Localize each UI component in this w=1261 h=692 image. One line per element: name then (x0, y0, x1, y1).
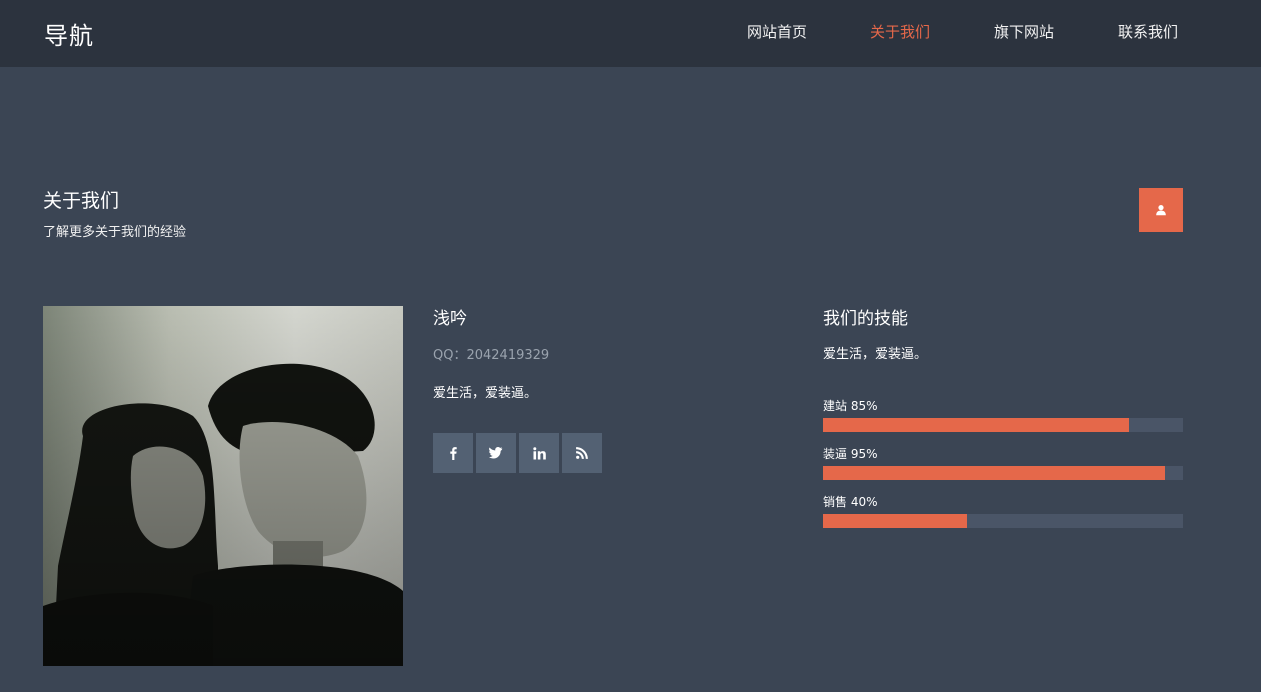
user-button[interactable] (1139, 188, 1183, 232)
skill-label: 销售 40% (823, 495, 878, 509)
profile-name: 浅吟 (433, 309, 467, 329)
top-navigation-bar: 导航 网站首页 关于我们 旗下网站 联系我们 (0, 0, 1261, 67)
rss-icon (576, 447, 588, 459)
skill-item: 建站 85% (823, 398, 1183, 432)
profile-photo-image (43, 306, 403, 666)
rss-button[interactable] (562, 433, 602, 473)
facebook-icon (450, 447, 457, 460)
social-links (433, 433, 602, 473)
linkedin-button[interactable] (519, 433, 559, 473)
profile-bio: 爱生活，爱装逼。 (433, 386, 538, 401)
user-icon (1156, 205, 1166, 216)
skills-description: 爱生活，爱装逼。 (823, 347, 928, 362)
skill-item: 销售 40% (823, 494, 1183, 528)
linkedin-icon (532, 446, 546, 459)
site-brand[interactable]: 导航 (44, 16, 94, 51)
nav-item-contact[interactable]: 联系我们 (1118, 21, 1178, 43)
profile-photo (43, 306, 403, 666)
section-subtitle: 了解更多关于我们的经验 (43, 225, 187, 240)
skill-progress-track (823, 514, 1183, 528)
section-title: 关于我们 (43, 190, 120, 212)
skills-title: 我们的技能 (823, 309, 908, 329)
skill-label: 建站 85% (823, 399, 878, 413)
twitter-button[interactable] (476, 433, 516, 473)
skill-progress-track (823, 466, 1183, 480)
skill-progress-track (823, 418, 1183, 432)
skill-item: 装逼 95% (823, 446, 1183, 480)
skill-progress-fill (823, 466, 1165, 480)
facebook-button[interactable] (433, 433, 473, 473)
skill-progress-fill (823, 514, 967, 528)
nav-item-home[interactable]: 网站首页 (747, 21, 807, 43)
nav-item-about[interactable]: 关于我们 (870, 21, 930, 43)
skill-progress-fill (823, 418, 1129, 432)
skill-label: 装逼 95% (823, 447, 878, 461)
twitter-icon (489, 447, 503, 459)
nav-item-sites[interactable]: 旗下网站 (994, 21, 1054, 43)
profile-qq: QQ：2042419329 (433, 348, 550, 363)
